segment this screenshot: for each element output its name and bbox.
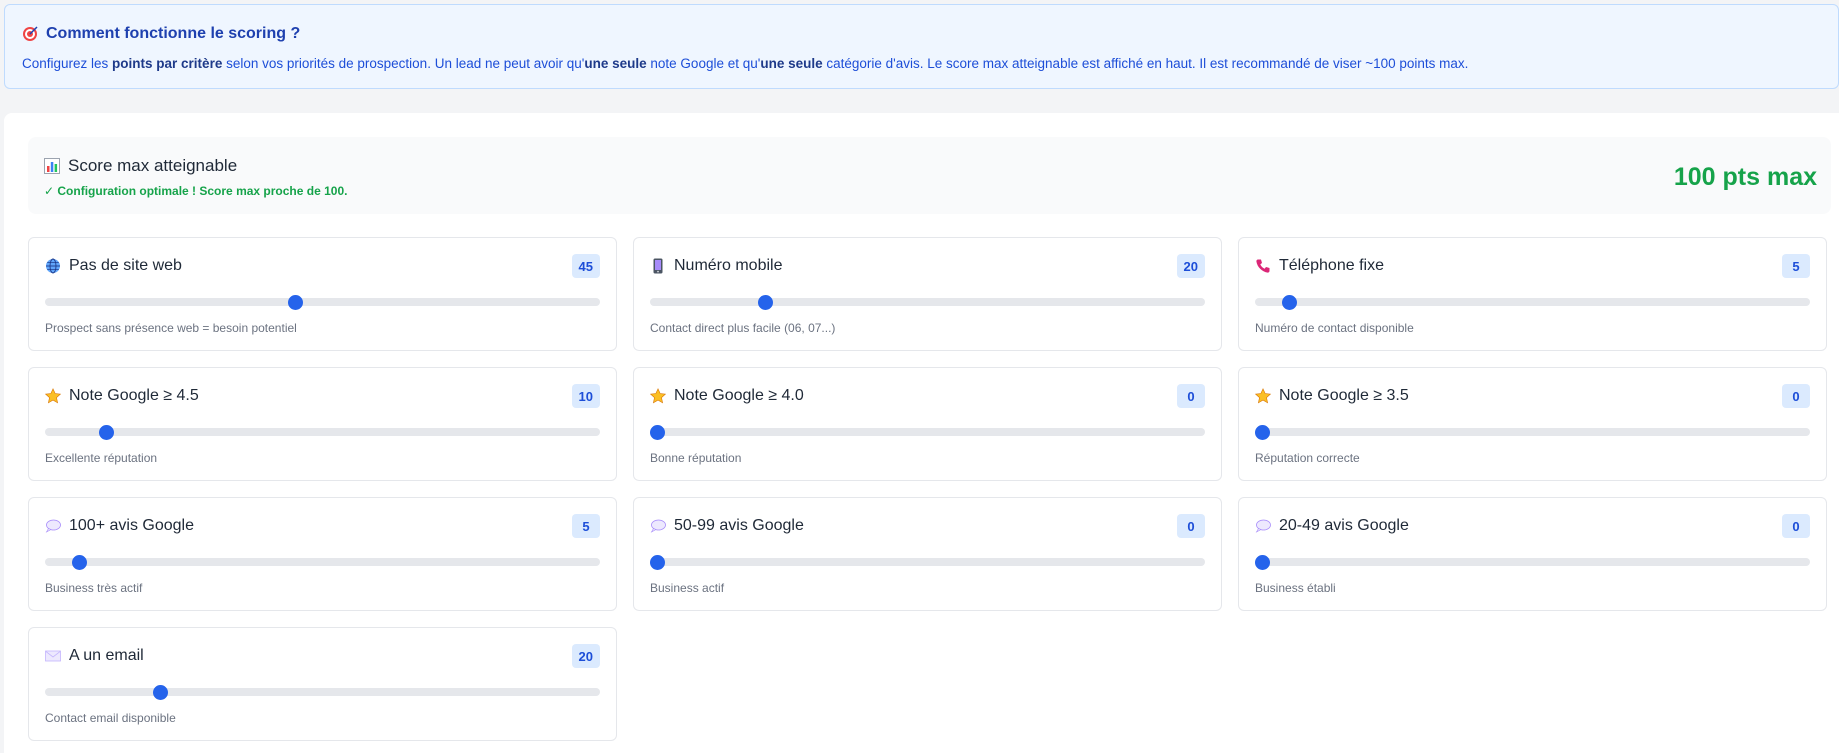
criterion-description: Réputation correcte — [1255, 451, 1360, 465]
criterion-points-slider[interactable] — [650, 554, 1205, 570]
criterion-description: Prospect sans présence web = besoin pote… — [45, 321, 297, 335]
criterion-points-badge: 45 — [571, 254, 600, 278]
criterion-card-note-google-4-5: Note Google ≥ 4.5 10 Excellente réputation — [28, 367, 617, 481]
criterion-points-badge: 0 — [1782, 384, 1810, 408]
criterion-label: Pas de site web — [69, 257, 182, 274]
criterion-card-telephone-fixe: Téléphone fixe 5 Numéro de contact disponi… — [1238, 237, 1827, 351]
slider-thumb[interactable] — [72, 554, 87, 570]
max-score-box: Score max atteignable ✓ Configuration op… — [28, 137, 1831, 214]
criterion-header: 50-99 avis Google — [650, 514, 1205, 538]
max-score-value: 100 pts max — [1673, 163, 1817, 191]
criterion-card-100-avis-google: 100+ avis Google 5 Business très actif — [28, 497, 617, 611]
criterion-label: 100+ avis Google — [69, 517, 194, 534]
slider-thumb[interactable] — [1255, 424, 1270, 440]
criterion-label: Note Google ≥ 4.0 — [674, 387, 804, 404]
speech-bubble-icon — [650, 518, 666, 534]
globe-icon — [45, 258, 61, 274]
max-score-title: Score max atteignable — [68, 156, 238, 175]
criterion-header: 100+ avis Google — [45, 514, 600, 538]
slider-thumb[interactable] — [650, 424, 665, 440]
criterion-header: Téléphone fixe — [1255, 254, 1810, 278]
slider-thumb[interactable] — [1282, 294, 1297, 310]
star-icon — [1255, 388, 1271, 404]
criterion-points-slider[interactable] — [45, 554, 600, 570]
criterion-card-numero-mobile: Numéro mobile 20 Contact direct plus facil… — [633, 237, 1222, 351]
slider-thumb[interactable] — [99, 424, 114, 440]
criterion-points-badge: 0 — [1177, 384, 1205, 408]
criterion-points-slider[interactable] — [650, 294, 1205, 310]
target-icon — [22, 26, 38, 42]
telephone-icon — [1255, 258, 1271, 274]
criterion-description: Bonne réputation — [650, 451, 742, 465]
criterion-description: Business très actif — [45, 581, 143, 595]
criterion-label: Note Google ≥ 3.5 — [1279, 387, 1409, 404]
criterion-label: Téléphone fixe — [1279, 257, 1384, 274]
info-title: Comment fonctionne le scoring ? — [46, 25, 301, 42]
criterion-description: Numéro de contact disponible — [1255, 321, 1414, 335]
criterion-description: Excellente réputation — [45, 451, 158, 465]
criterion-header: A un email — [45, 644, 600, 668]
criterion-card-pas-de-site-web: Pas de site web 45 Prospect sans présence … — [28, 237, 617, 351]
criterion-card-note-google-3-5: Note Google ≥ 3.5 0 Réputation correcte — [1238, 367, 1827, 481]
criterion-card-50-99-avis-google: 50-99 avis Google 0 Business actif — [633, 497, 1222, 611]
criterion-points-badge: 10 — [571, 384, 600, 408]
envelope-icon — [45, 648, 61, 664]
criterion-header: Note Google ≥ 4.5 — [45, 384, 600, 408]
criterion-header: Note Google ≥ 3.5 — [1255, 384, 1810, 408]
scoring-panel: Score max atteignable ✓ Configuration op… — [4, 113, 1839, 753]
criterion-label: Numéro mobile — [674, 257, 783, 274]
criterion-points-slider[interactable] — [650, 424, 1205, 440]
criterion-points-badge: 5 — [1782, 254, 1810, 278]
criteria-grid: Pas de site web 45 Prospect sans présence … — [28, 237, 1827, 741]
criterion-points-badge: 0 — [1782, 514, 1810, 538]
slider-thumb[interactable] — [153, 684, 168, 700]
criterion-header: Note Google ≥ 4.0 — [650, 384, 1205, 408]
criterion-description: Business établi — [1255, 581, 1336, 595]
scoring-info-box: Comment fonctionne le scoring ? Configur… — [4, 4, 1839, 89]
criterion-header: 20-49 avis Google — [1255, 514, 1810, 538]
criterion-description: Contact email disponible — [45, 711, 176, 725]
max-score-title-row: Score max atteignable — [44, 156, 1815, 176]
criterion-card-note-google-4-0: Note Google ≥ 4.0 0 Bonne réputation — [633, 367, 1222, 481]
criterion-header: Pas de site web — [45, 254, 600, 278]
info-title-row: Comment fonctionne le scoring ? — [22, 25, 1821, 43]
slider-thumb[interactable] — [1255, 554, 1270, 570]
star-icon — [45, 388, 61, 404]
slider-thumb[interactable] — [288, 294, 303, 310]
criterion-card-a-un-email: A un email 20 Contact email disponible — [28, 627, 617, 741]
slider-thumb[interactable] — [758, 294, 773, 310]
criterion-description: Contact direct plus facile (06, 07...) — [650, 321, 836, 335]
criterion-label: 20-49 avis Google — [1279, 517, 1409, 534]
criterion-points-badge: 20 — [571, 644, 600, 668]
criterion-points-slider[interactable] — [1255, 554, 1810, 570]
criterion-label: Note Google ≥ 4.5 — [69, 387, 199, 404]
info-text: Configurez les points par critère selon … — [22, 56, 1469, 71]
criterion-label: 50-99 avis Google — [674, 517, 804, 534]
criterion-points-badge: 5 — [572, 514, 600, 538]
criterion-label: A un email — [69, 647, 144, 664]
criterion-points-badge: 0 — [1177, 514, 1205, 538]
speech-bubble-icon — [1255, 518, 1271, 534]
criterion-points-badge: 20 — [1176, 254, 1205, 278]
criterion-points-slider[interactable] — [45, 424, 600, 440]
criterion-points-slider[interactable] — [45, 684, 600, 700]
criterion-card-20-49-avis-google: 20-49 avis Google 0 Business établi — [1238, 497, 1827, 611]
star-icon — [650, 388, 666, 404]
criterion-points-slider[interactable] — [45, 294, 600, 310]
slider-thumb[interactable] — [650, 554, 665, 570]
speech-bubble-icon — [45, 518, 61, 534]
mobile-phone-icon — [650, 258, 666, 274]
criterion-header: Numéro mobile — [650, 254, 1205, 278]
criterion-points-slider[interactable] — [1255, 294, 1810, 310]
max-score-status: ✓ Configuration optimale ! Score max pro… — [44, 184, 348, 198]
criterion-description: Business actif — [650, 581, 725, 595]
criterion-points-slider[interactable] — [1255, 424, 1810, 440]
bar-chart-icon — [44, 158, 60, 174]
